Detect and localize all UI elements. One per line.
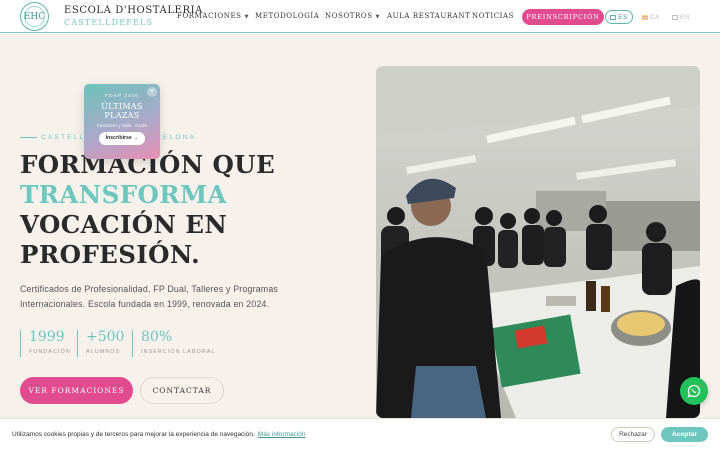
cookie-text: Utilizamos cookies propias y de terceros… (12, 431, 255, 438)
nav-label: NOSOTROS (325, 12, 373, 20)
more-info-link[interactable]: Más información (258, 431, 306, 438)
nav-item-nosotros[interactable]: NOSOTROS ▼ (325, 12, 380, 20)
hero-photo-kitchen-class (376, 66, 700, 418)
stat-label: FUNDACIÓN (29, 349, 71, 355)
contact-button[interactable]: CONTACTAR (140, 377, 224, 404)
language-code: ES (618, 13, 628, 21)
language-es-button[interactable]: ES (605, 10, 633, 24)
nav-label: NOTICIAS (472, 12, 515, 20)
stat-founding: 1999 FUNDACIÓN (20, 330, 71, 357)
language-ca-button[interactable]: CA (640, 10, 662, 24)
hero-description: Certificados de Profesionalidad, FP Dual… (20, 284, 279, 309)
logo-mark: EHC (24, 6, 45, 27)
nav-item-noticias[interactable]: NOTICIAS (472, 12, 514, 20)
nav-label: FORMACIONES (177, 12, 242, 20)
stat-employment: 80% INSERCIÓN LABORAL (132, 330, 215, 357)
hero-headline: FORMACIÓN QUE TRANSFORMA VOCACIÓN EN PRO… (20, 150, 350, 270)
accept-cookies-button[interactable]: Aceptar (661, 427, 708, 442)
site-header: EHC ESCOLA D'HOSTALERIA CASTELLDEFELS FO… (0, 0, 720, 33)
close-icon[interactable]: × (147, 87, 157, 97)
language-code: CA (649, 13, 661, 21)
flag-es-icon (610, 14, 617, 20)
promo-enroll-button[interactable]: Inscribirse → (99, 132, 145, 145)
logo-emblem-icon[interactable]: EHC (20, 2, 49, 31)
cookie-message: Utilizamos cookies propias y de terceros… (12, 431, 305, 438)
headline-line: VOCACIÓN EN (20, 210, 228, 239)
promo-title: ÚLTIMAS PLAZAS (84, 102, 160, 120)
language-en-button[interactable]: EN (670, 10, 692, 24)
brand-location[interactable]: CASTELLDEFELS (64, 18, 153, 27)
headline-line: FORMACIÓN QUE (20, 150, 276, 179)
headline-line: PROFESIÓN. (20, 240, 201, 269)
stat-value: 1999 (29, 329, 65, 345)
view-courses-button[interactable]: VER FORMACIONES (20, 377, 133, 404)
nav-item-aula-restaurant[interactable]: AULA RESTAURANT (387, 12, 470, 20)
whatsapp-icon (687, 384, 701, 398)
nav-label: METODOLOGÍA (255, 12, 320, 20)
nav-label: AULA RESTAURANT (387, 12, 471, 20)
flag-en-icon (671, 14, 678, 20)
stat-label: ALUMNOS (86, 349, 121, 355)
promo-popup: × FOAP 2026 ÚLTIMAS PLAZAS Camarero y Sa… (84, 84, 160, 159)
promo-title-line: ÚLTIMAS (101, 102, 143, 111)
chevron-down-icon: ▼ (244, 14, 250, 20)
stat-value: 80% (141, 329, 173, 345)
reject-cookies-button[interactable]: Rechazar (611, 427, 655, 442)
flag-ca-icon (641, 14, 648, 20)
preinscription-button[interactable]: PREINSCRIPCIÓN (522, 9, 604, 25)
cookie-banner: Utilizamos cookies propias y de terceros… (0, 418, 720, 450)
whatsapp-button[interactable] (680, 377, 708, 405)
promo-subtitle: Camarero y Sala · Gratis (96, 123, 148, 128)
promo-title-line: PLAZAS (104, 111, 140, 120)
eyebrow-divider (20, 137, 37, 138)
stat-label: INSERCIÓN LABORAL (141, 349, 216, 355)
stat-students: +500 ALUMNOS (77, 330, 124, 357)
stat-value: +500 (86, 329, 125, 345)
nav-item-formaciones[interactable]: FORMACIONES ▼ (177, 12, 249, 20)
chevron-down-icon: ▼ (375, 14, 381, 20)
kitchen-illustration (376, 66, 700, 418)
language-code: EN (679, 13, 691, 21)
nav-item-metodologia[interactable]: METODOLOGÍA (255, 12, 319, 20)
headline-highlight: TRANSFORMA (20, 180, 227, 209)
